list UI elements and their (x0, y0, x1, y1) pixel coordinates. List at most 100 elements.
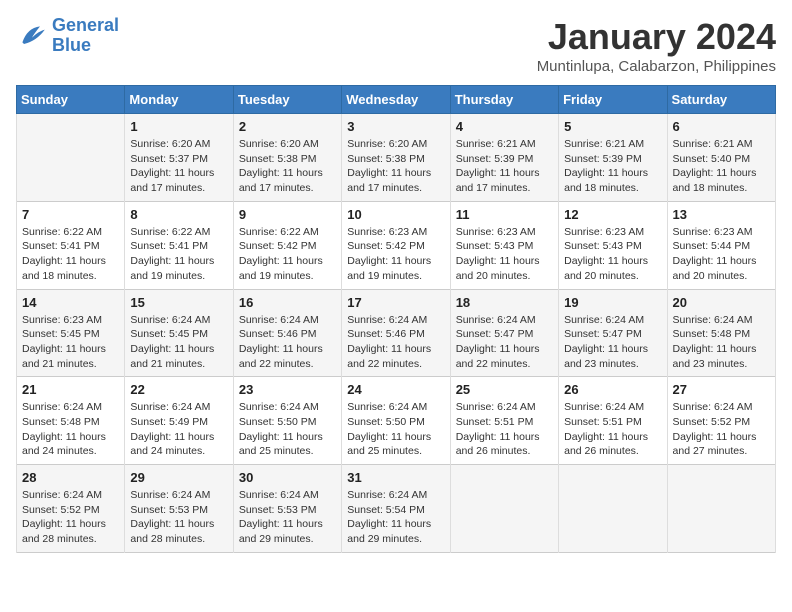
daylight-text: Daylight: 11 hours and 28 minutes. (130, 517, 227, 546)
sunrise-text: Sunrise: 6:20 AM (239, 137, 336, 152)
calendar-cell: 12 Sunrise: 6:23 AMSunset: 5:43 PMDayligh… (559, 201, 667, 289)
daylight-text: Daylight: 11 hours and 22 minutes. (239, 342, 336, 371)
sunset-text: Sunset: 5:42 PM (239, 239, 336, 254)
calendar-cell: 24Sunrise: 6:24 AMSunset: 5:50 PMDayligh… (342, 377, 450, 465)
day-info: Sunrise: 6:24 AMSunset: 5:48 PMDaylight:… (673, 313, 770, 372)
sunset-text: Sunset: 5:50 PM (347, 415, 444, 430)
day-info: Sunrise: 6:24 AMSunset: 5:52 PMDaylight:… (22, 488, 119, 547)
sunset-text: Sunset: 5:47 PM (564, 327, 661, 342)
sunrise-text: Sunrise: 6:24 AM (130, 313, 227, 328)
sunrise-text: Sunrise: 6:21 AM (673, 137, 770, 152)
calendar-cell: 17Sunrise: 6:24 AMSunset: 5:46 PMDayligh… (342, 289, 450, 377)
sunset-text: Sunset: 5:48 PM (673, 327, 770, 342)
calendar-header-row: SundayMondayTuesdayWednesdayThursdayFrid… (17, 86, 776, 114)
sunset-text: Sunset: 5:51 PM (564, 415, 661, 430)
calendar-cell: 11 Sunrise: 6:23 AMSunset: 5:43 PMDayligh… (450, 201, 558, 289)
calendar-cell: 30Sunrise: 6:24 AMSunset: 5:53 PMDayligh… (233, 465, 341, 553)
sunset-text: Sunset: 5:45 PM (130, 327, 227, 342)
daylight-text: Daylight: 11 hours and 17 minutes. (456, 166, 553, 195)
daylight-text: Daylight: 11 hours and 29 minutes. (347, 517, 444, 546)
calendar-cell: 29Sunrise: 6:24 AMSunset: 5:53 PMDayligh… (125, 465, 233, 553)
sunrise-text: Sunrise: 6:24 AM (456, 313, 553, 328)
day-info: Sunrise: 6:24 AMSunset: 5:54 PMDaylight:… (347, 488, 444, 547)
sunrise-text: Sunrise: 6:24 AM (347, 400, 444, 415)
daylight-text: Daylight: 11 hours and 26 minutes. (456, 430, 553, 459)
day-number: 22 (130, 382, 227, 397)
day-number: 4 (456, 119, 553, 134)
sunset-text: Sunset: 5:38 PM (347, 152, 444, 167)
day-number: 11 (456, 207, 553, 222)
sunrise-text: Sunrise: 6:24 AM (673, 313, 770, 328)
header-sunday: Sunday (17, 86, 125, 114)
calendar-cell: 26 Sunrise: 6:24 AMSunset: 5:51 PMDayligh… (559, 377, 667, 465)
daylight-text: Daylight: 11 hours and 17 minutes. (130, 166, 227, 195)
sunset-text: Sunset: 5:49 PM (130, 415, 227, 430)
day-number: 16 (239, 295, 336, 310)
day-number: 27 (673, 382, 770, 397)
sunrise-text: Sunrise: 6:23 AM (22, 313, 119, 328)
day-number: 15 (130, 295, 227, 310)
day-info: Sunrise: 6:24 AMSunset: 5:53 PMDaylight:… (239, 488, 336, 547)
daylight-text: Daylight: 11 hours and 26 minutes. (564, 430, 661, 459)
header-wednesday: Wednesday (342, 86, 450, 114)
daylight-text: Daylight: 11 hours and 20 minutes. (456, 254, 553, 283)
day-info: Sunrise: 6:23 AMSunset: 5:43 PMDaylight:… (456, 225, 553, 284)
day-number: 5 (564, 119, 661, 134)
calendar-cell: 23Sunrise: 6:24 AMSunset: 5:50 PMDayligh… (233, 377, 341, 465)
calendar-cell (17, 114, 125, 202)
sunrise-text: Sunrise: 6:22 AM (130, 225, 227, 240)
sunrise-text: Sunrise: 6:24 AM (564, 400, 661, 415)
calendar-table: SundayMondayTuesdayWednesdayThursdayFrid… (16, 85, 776, 553)
sunset-text: Sunset: 5:43 PM (564, 239, 661, 254)
day-info: Sunrise: 6:22 AMSunset: 5:41 PMDaylight:… (130, 225, 227, 284)
page-header: General Blue January 2024 Muntinlupa, Ca… (16, 16, 776, 75)
day-info: Sunrise: 6:23 AMSunset: 5:44 PMDaylight:… (673, 225, 770, 284)
calendar-cell: 20 Sunrise: 6:24 AMSunset: 5:48 PMDayligh… (667, 289, 775, 377)
sunrise-text: Sunrise: 6:24 AM (347, 488, 444, 503)
day-number: 13 (673, 207, 770, 222)
daylight-text: Daylight: 11 hours and 28 minutes. (22, 517, 119, 546)
calendar-cell: 25Sunrise: 6:24 AMSunset: 5:51 PMDayligh… (450, 377, 558, 465)
sunset-text: Sunset: 5:54 PM (347, 503, 444, 518)
sunrise-text: Sunrise: 6:20 AM (130, 137, 227, 152)
daylight-text: Daylight: 11 hours and 22 minutes. (347, 342, 444, 371)
sunset-text: Sunset: 5:38 PM (239, 152, 336, 167)
day-info: Sunrise: 6:24 AMSunset: 5:49 PMDaylight:… (130, 400, 227, 459)
sunrise-text: Sunrise: 6:23 AM (673, 225, 770, 240)
day-info: Sunrise: 6:23 AMSunset: 5:45 PMDaylight:… (22, 313, 119, 372)
calendar-title: January 2024 (537, 16, 776, 58)
day-number: 26 (564, 382, 661, 397)
daylight-text: Daylight: 11 hours and 19 minutes. (347, 254, 444, 283)
daylight-text: Daylight: 11 hours and 18 minutes. (564, 166, 661, 195)
day-number: 20 (673, 295, 770, 310)
sunrise-text: Sunrise: 6:24 AM (239, 313, 336, 328)
day-number: 7 (22, 207, 119, 222)
day-info: Sunrise: 6:22 AMSunset: 5:41 PMDaylight:… (22, 225, 119, 284)
day-info: Sunrise: 6:20 AMSunset: 5:37 PMDaylight:… (130, 137, 227, 196)
day-number: 12 (564, 207, 661, 222)
daylight-text: Daylight: 11 hours and 25 minutes. (239, 430, 336, 459)
sunrise-text: Sunrise: 6:24 AM (22, 400, 119, 415)
day-info: Sunrise: 6:21 AMSunset: 5:39 PMDaylight:… (564, 137, 661, 196)
day-number: 9 (239, 207, 336, 222)
calendar-cell: 13 Sunrise: 6:23 AMSunset: 5:44 PMDayligh… (667, 201, 775, 289)
day-number: 21 (22, 382, 119, 397)
sunrise-text: Sunrise: 6:21 AM (564, 137, 661, 152)
sunrise-text: Sunrise: 6:23 AM (564, 225, 661, 240)
calendar-cell: 15Sunrise: 6:24 AMSunset: 5:45 PMDayligh… (125, 289, 233, 377)
sunset-text: Sunset: 5:45 PM (22, 327, 119, 342)
week-row-4: 21Sunrise: 6:24 AMSunset: 5:48 PMDayligh… (17, 377, 776, 465)
calendar-cell: 1Sunrise: 6:20 AMSunset: 5:37 PMDaylight… (125, 114, 233, 202)
calendar-cell: 16Sunrise: 6:24 AMSunset: 5:46 PMDayligh… (233, 289, 341, 377)
sunset-text: Sunset: 5:53 PM (239, 503, 336, 518)
sunset-text: Sunset: 5:47 PM (456, 327, 553, 342)
calendar-cell: 3Sunrise: 6:20 AMSunset: 5:38 PMDaylight… (342, 114, 450, 202)
calendar-cell (450, 465, 558, 553)
daylight-text: Daylight: 11 hours and 17 minutes. (239, 166, 336, 195)
day-info: Sunrise: 6:24 AMSunset: 5:47 PMDaylight:… (564, 313, 661, 372)
daylight-text: Daylight: 11 hours and 20 minutes. (564, 254, 661, 283)
sunrise-text: Sunrise: 6:23 AM (456, 225, 553, 240)
daylight-text: Daylight: 11 hours and 19 minutes. (239, 254, 336, 283)
sunrise-text: Sunrise: 6:20 AM (347, 137, 444, 152)
sunrise-text: Sunrise: 6:24 AM (239, 400, 336, 415)
